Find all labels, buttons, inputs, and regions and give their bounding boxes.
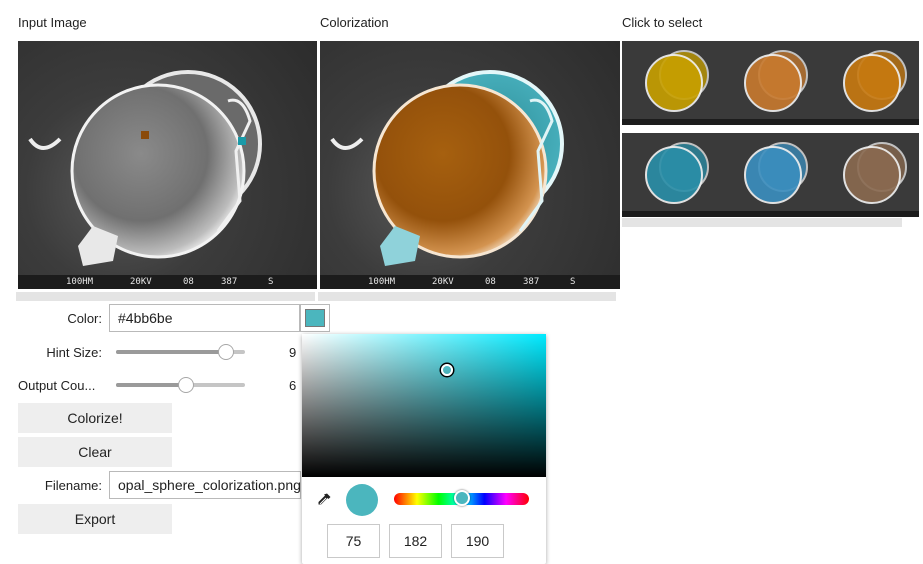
colorization-canvas: 100HM 20KV 08 387 S: [320, 41, 620, 289]
green-input[interactable]: 182: [389, 524, 442, 558]
colorization-option-thumbnail[interactable]: [820, 133, 919, 217]
output-count-value: 6: [289, 378, 297, 393]
colorization-option-thumbnail[interactable]: [721, 133, 820, 217]
colorization-option-thumbnail[interactable]: [820, 41, 919, 125]
current-color-swatch: [346, 484, 378, 516]
color-hex-input[interactable]: #4bb6be: [109, 304, 300, 332]
color-label: Color:: [67, 311, 102, 326]
output-count-slider-thumb[interactable]: [178, 377, 194, 393]
filename-input[interactable]: opal_sphere_colorization.png: [109, 471, 301, 499]
hint-size-label: Hint Size:: [46, 345, 102, 360]
sem-info-strip: 100HM 20KV 08 387 S: [18, 275, 317, 289]
hint-size-slider-thumb[interactable]: [218, 344, 234, 360]
eyedropper-icon[interactable]: [316, 492, 332, 508]
clear-button[interactable]: Clear: [18, 437, 172, 467]
colorization-title: Colorization: [320, 15, 389, 30]
saturation-value-area[interactable]: [302, 334, 546, 477]
colorize-button[interactable]: Colorize!: [18, 403, 172, 433]
hint-mark-teal: [238, 137, 246, 145]
input-image-scrollbar[interactable]: [16, 292, 315, 301]
colorization-option-thumbnail[interactable]: [622, 41, 721, 125]
click-to-select-title: Click to select: [622, 15, 703, 30]
hue-slider-thumb[interactable]: [454, 490, 470, 506]
color-picker-popup: 75 182 190: [302, 334, 546, 564]
colorization-scrollbar[interactable]: [318, 292, 616, 301]
output-count-slider[interactable]: [116, 377, 245, 393]
colorization-option-thumbnail[interactable]: [721, 41, 820, 125]
sv-pointer[interactable]: [441, 364, 453, 376]
input-image-canvas[interactable]: 100HM 20KV 08 387 S: [18, 41, 317, 289]
blue-input[interactable]: 190: [451, 524, 504, 558]
hint-size-value: 9: [289, 345, 297, 360]
input-image-title: Input Image: [18, 15, 87, 30]
hue-slider[interactable]: [394, 490, 529, 506]
color-swatch-button[interactable]: [300, 304, 330, 332]
red-input[interactable]: 75: [327, 524, 380, 558]
output-count-label: Output Cou...: [18, 378, 96, 393]
hint-size-slider[interactable]: [116, 344, 245, 360]
options-scrollbar[interactable]: [622, 218, 902, 227]
export-button[interactable]: Export: [18, 504, 172, 534]
hint-mark-brown: [141, 131, 149, 139]
colorization-option-thumbnail[interactable]: [622, 133, 721, 217]
colorization-options-grid: [622, 41, 919, 217]
filename-label: Filename:: [44, 478, 102, 493]
